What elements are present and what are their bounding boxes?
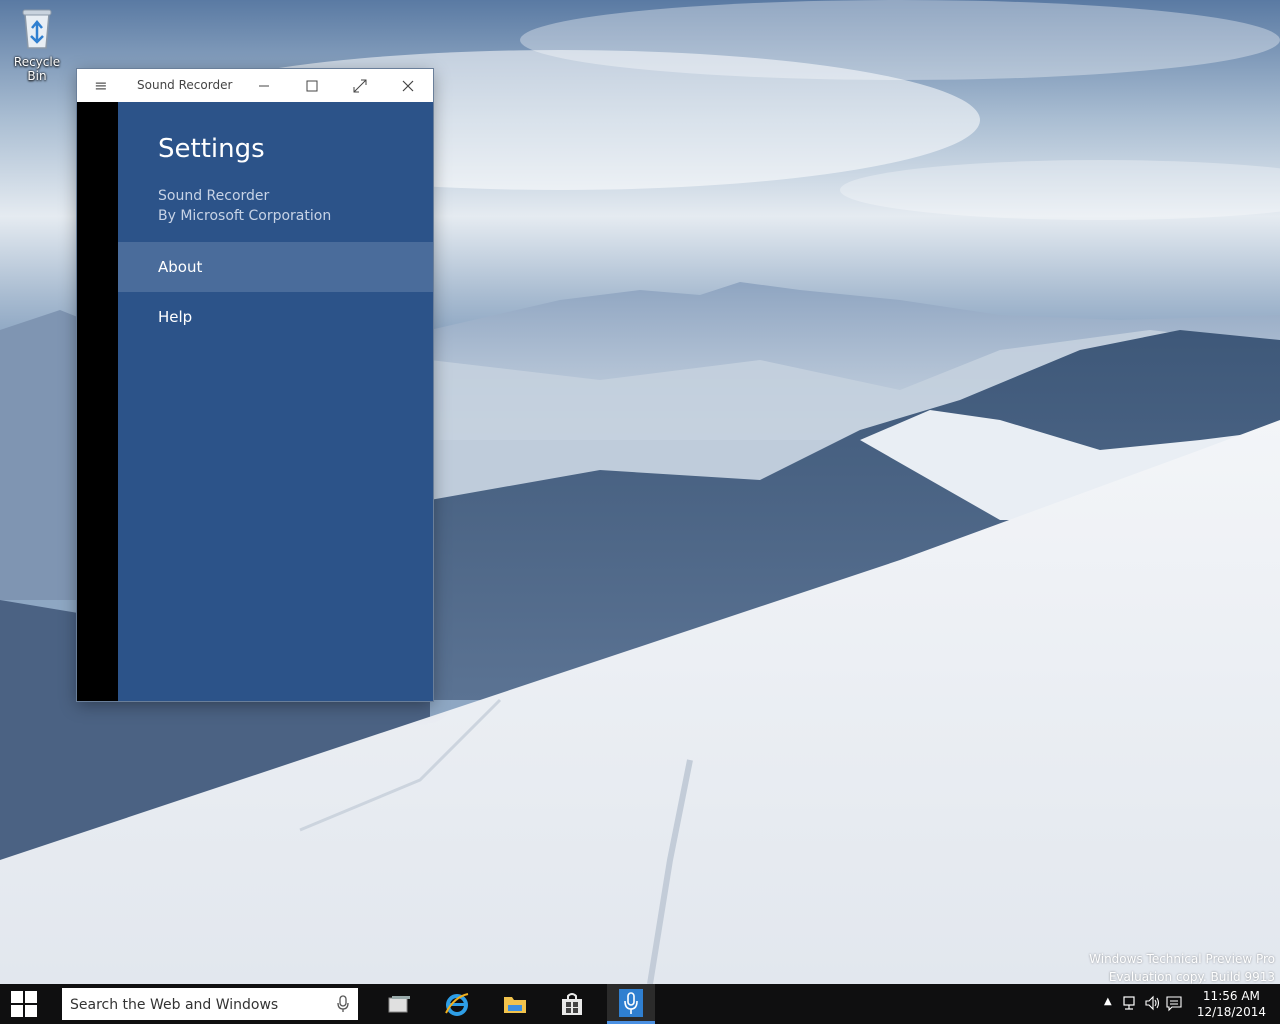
fullscreen-icon — [353, 79, 367, 92]
close-icon — [402, 80, 414, 91]
settings-item-label: Help — [158, 308, 193, 326]
recycle-bin-icon — [22, 9, 52, 49]
desktop: Recycle Bin ≡ Sound Recorder Settings So… — [0, 0, 1280, 984]
close-button[interactable] — [385, 69, 431, 102]
sound-recorder-window: ≡ Sound Recorder Settings Sound Recorder… — [77, 69, 433, 701]
show-hidden-icons-icon[interactable]: ▲ — [1104, 996, 1120, 1014]
desktop-icon-recycle-bin[interactable]: Recycle Bin — [4, 6, 70, 83]
sound-recorder-icon — [619, 988, 643, 1017]
menu-icon[interactable]: ≡ — [91, 77, 111, 95]
settings-item-about[interactable]: About — [118, 242, 433, 292]
minimize-icon — [259, 85, 269, 86]
system-tray: ▲ 11:56 AM 12/18/2014 — [1100, 984, 1280, 1024]
start-button[interactable] — [0, 984, 48, 1024]
maximize-button[interactable] — [289, 69, 335, 102]
navigation-strip — [77, 102, 118, 701]
publisher: By Microsoft Corporation — [158, 208, 332, 224]
task-view-button[interactable] — [375, 984, 423, 1024]
search-input[interactable] — [62, 988, 332, 1022]
window-title: Sound Recorder — [137, 78, 233, 92]
maximize-icon — [306, 80, 318, 91]
settings-item-label: About — [158, 258, 203, 276]
search-box[interactable] — [62, 988, 358, 1022]
taskbar: ▲ 11:56 AM 12/18/2014 — [0, 984, 1280, 1024]
network-icon[interactable] — [1122, 994, 1138, 1012]
clock-date: 12/18/2014 — [1196, 1005, 1266, 1019]
minimize-button[interactable] — [241, 69, 287, 102]
microphone-icon[interactable] — [336, 995, 350, 1013]
watermark-build: Evaluation copy. Build 9913 — [1108, 970, 1275, 984]
file-explorer-button[interactable] — [491, 984, 539, 1024]
windows-logo-icon — [11, 991, 37, 1017]
internet-explorer-button[interactable] — [433, 984, 481, 1024]
settings-heading: Settings — [158, 134, 265, 164]
watermark-edition: Windows Technical Preview Pro — [1089, 952, 1275, 966]
store-icon — [562, 993, 582, 1015]
recycle-bin-label: Recycle Bin — [13, 55, 61, 83]
app-name: Sound Recorder — [158, 188, 270, 204]
action-center-icon[interactable] — [1166, 994, 1182, 1012]
settings-pane: Settings Sound Recorder By Microsoft Cor… — [118, 102, 433, 701]
task-view-icon — [388, 996, 410, 1013]
internet-explorer-icon — [445, 993, 469, 1016]
file-explorer-icon — [504, 997, 526, 1013]
title-bar[interactable]: ≡ Sound Recorder — [77, 69, 433, 102]
volume-icon[interactable] — [1144, 994, 1160, 1012]
settings-item-help[interactable]: Help — [118, 292, 433, 342]
sound-recorder-taskbar-button[interactable] — [607, 984, 655, 1024]
build-watermark: Windows Technical Preview Pro Evaluation… — [1089, 950, 1275, 984]
store-button[interactable] — [548, 984, 596, 1024]
fullscreen-button[interactable] — [337, 69, 383, 102]
clock-time: 11:56 AM — [1202, 989, 1260, 1003]
clock[interactable]: 11:56 AM 12/18/2014 — [1197, 988, 1266, 1020]
